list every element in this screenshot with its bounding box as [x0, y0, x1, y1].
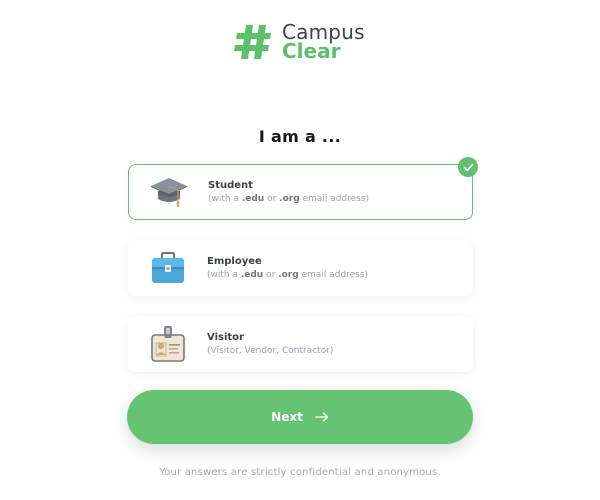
next-button-label: Next: [271, 410, 303, 424]
option-visitor-text: Visitor (Visitor, Vendor, Contractor): [207, 332, 333, 356]
option-visitor[interactable]: Visitor (Visitor, Vendor, Contractor): [128, 316, 473, 372]
option-title: Student: [208, 180, 253, 191]
option-title: Employee: [207, 256, 262, 267]
logo-word-clear: Clear: [282, 39, 341, 63]
option-employee[interactable]: Employee (with a .edu or .org email addr…: [128, 240, 473, 296]
logo-wordmark: Campus Clear: [282, 22, 365, 63]
hash-logo-icon: [234, 25, 271, 59]
page-heading: I am a ...: [258, 127, 342, 146]
briefcase-icon: [152, 251, 184, 283]
option-employee-text: Employee (with a .edu or .org email addr…: [207, 256, 368, 280]
option-subtitle: (with a .edu or .org email address): [208, 194, 370, 204]
graduation-cap-icon: [151, 178, 187, 207]
arrow-right-icon: [315, 412, 328, 422]
selected-check-badge: [458, 157, 478, 177]
id-badge-icon: [151, 326, 185, 362]
app-logo: Campus Clear: [234, 22, 365, 62]
option-student[interactable]: Student (with a .edu or .org email addre…: [128, 157, 478, 220]
option-student-text: Student (with a .edu or .org email addre…: [208, 180, 369, 204]
confidentiality-note: Your answers are strictly confidential a…: [159, 467, 441, 478]
checkmark-icon: [463, 163, 473, 171]
option-subtitle: (with a .edu or .org email address): [207, 270, 369, 280]
option-title: Visitor: [207, 332, 244, 343]
next-button[interactable]: Next: [127, 390, 473, 444]
option-subtitle: (Visitor, Vendor, Contractor): [207, 346, 334, 356]
